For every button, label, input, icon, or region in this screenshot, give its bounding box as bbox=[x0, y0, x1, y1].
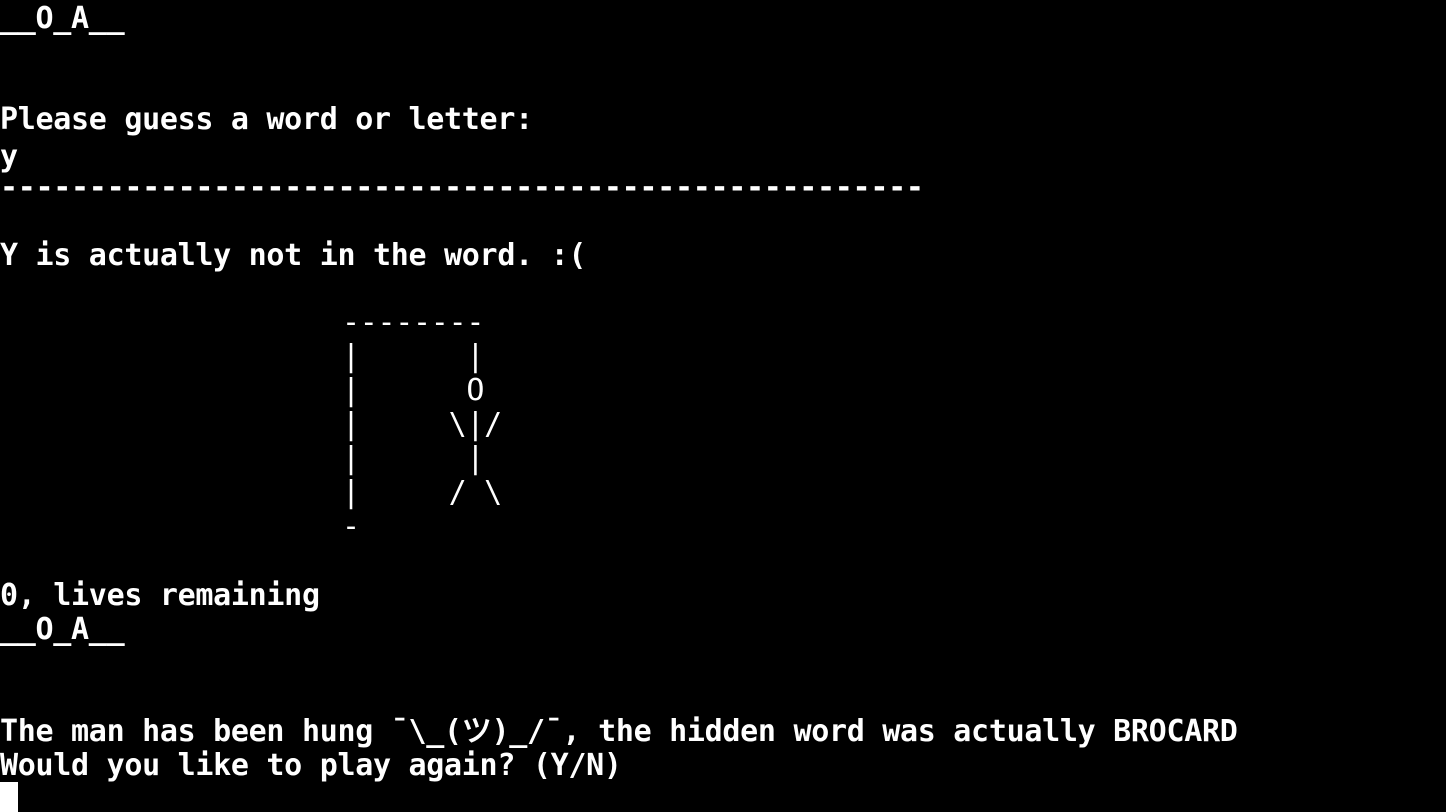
word-progress-top: __O_A__ bbox=[0, 1, 125, 36]
word-progress-bottom: __O_A__ bbox=[0, 612, 125, 647]
text-cursor[interactable] bbox=[0, 782, 18, 812]
guess-prompt: Please guess a word or letter: bbox=[0, 102, 533, 137]
hangman-drawing: -------- | | | O | \|/ | | | / \ - bbox=[342, 305, 502, 544]
user-input-echo: y bbox=[0, 139, 18, 174]
terminal-window[interactable]: __O_A__ Please guess a word or letter: y… bbox=[0, 0, 1446, 812]
game-result: The man has been hung ¯\_(ツ)_/¯, the hid… bbox=[0, 714, 1238, 749]
lives-remaining: 0, lives remaining bbox=[0, 578, 320, 613]
separator-line: ----------------------------------------… bbox=[0, 170, 924, 205]
play-again-prompt: Would you like to play again? (Y/N) bbox=[0, 748, 622, 783]
guess-feedback: Y is actually not in the word. :( bbox=[0, 238, 587, 273]
